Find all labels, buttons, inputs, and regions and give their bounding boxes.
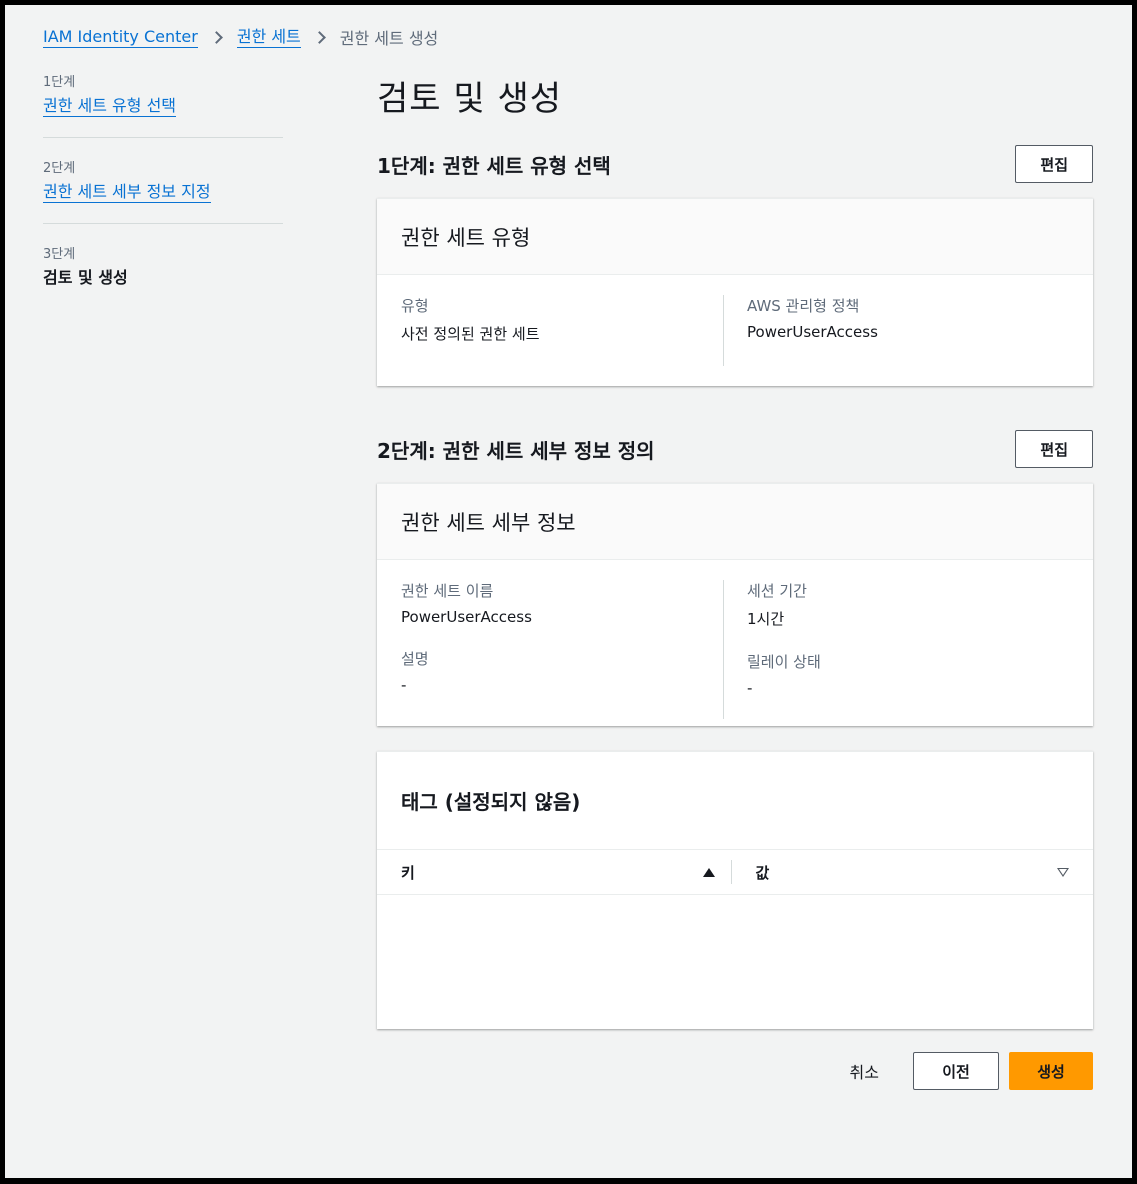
field-aws-managed-policy: AWS 관리형 정책 PowerUserAccess [747,295,1049,341]
step-number: 3단계 [43,247,76,262]
card-body: 권한 세트 이름 PowerUserAccess 설명 - 세션 기간 1시간 … [377,560,1093,719]
field-value: PowerUserAccess [401,608,532,626]
field-value: - [747,679,753,697]
page-title: 검토 및 생성 [377,79,563,119]
previous-button[interactable]: 이전 [913,1052,999,1090]
breadcrumb-permission-sets[interactable]: 권한 세트 [236,27,301,48]
breadcrumb-iam-identity-center[interactable]: IAM Identity Center [43,27,198,48]
column-right: 세션 기간 1시간 릴레이 상태 - [723,580,1069,719]
field-label: AWS 관리형 정책 [747,297,860,315]
field-label: 설명 [401,650,429,668]
step-number: 2단계 [43,161,76,176]
step-link-specify-details[interactable]: 권한 세트 세부 정보 지정 [43,182,211,203]
field-session-duration: 세션 기간 1시간 [747,580,1049,629]
column-left: 유형 사전 정의된 권한 세트 [401,295,723,366]
step-number: 1단계 [43,75,76,90]
column-label: 키 [401,863,415,882]
wizard-step-3: 3단계 검토 및 생성 [43,243,283,308]
sort-descending-icon[interactable] [1057,867,1069,877]
breadcrumb: IAM Identity Center 권한 세트 권한 세트 생성 [43,25,438,49]
column-header-value[interactable]: 값 [730,860,1094,884]
permission-set-details-card: 권한 세트 세부 정보 권한 세트 이름 PowerUserAccess 설명 … [377,483,1093,726]
wizard-step-2: 2단계 권한 세트 세부 정보 지정 [43,157,283,224]
section-2-title: 2단계: 권한 세트 세부 정보 정의 [377,438,655,463]
tags-card: 태그 (설정되지 않음) 키 값 [377,751,1093,1029]
column-left: 권한 세트 이름 PowerUserAccess 설명 - [401,580,723,719]
section-1-title: 1단계: 권한 세트 유형 선택 [377,153,611,178]
field-label: 릴레이 상태 [747,653,821,671]
cancel-button[interactable]: 취소 [850,1059,879,1083]
card-body: 유형 사전 정의된 권한 세트 AWS 관리형 정책 PowerUserAcce… [377,275,1093,366]
tags-table-body [377,895,1093,1028]
column-label: 값 [755,863,770,882]
field-label: 유형 [401,297,429,315]
edit-step-1-button[interactable]: 편집 [1015,145,1093,183]
field-value: - [401,676,407,694]
step-current-review: 검토 및 생성 [43,268,128,287]
field-label: 권한 세트 이름 [401,582,494,600]
card-title: 권한 세트 세부 정보 [377,484,1093,560]
wizard-step-1: 1단계 권한 세트 유형 선택 [43,71,283,138]
field-value: PowerUserAccess [747,323,878,341]
field-value: 사전 정의된 권한 세트 [401,325,540,343]
chevron-right-icon [209,30,223,44]
tags-table-header: 키 값 [377,849,1093,895]
section-1-header: 1단계: 권한 세트 유형 선택 편집 [377,145,1093,183]
wizard-footer: 취소 이전 생성 [850,1052,1093,1090]
card-title: 권한 세트 유형 [377,199,1093,275]
step-link-select-type[interactable]: 권한 세트 유형 선택 [43,96,177,117]
field-relay-state: 릴레이 상태 - [747,651,1049,697]
tags-title: 태그 (설정되지 않음) [401,790,581,814]
field-description: 설명 - [401,648,703,694]
column-header-key[interactable]: 키 [377,850,731,894]
permission-set-type-card: 권한 세트 유형 유형 사전 정의된 권한 세트 AWS 관리형 정책 Powe… [377,198,1093,386]
field-label: 세션 기간 [747,582,807,600]
edit-step-2-button[interactable]: 편집 [1015,430,1093,468]
field-value: 1시간 [747,610,785,628]
wizard-steps: 1단계 권한 세트 유형 선택 2단계 권한 세트 세부 정보 지정 3단계 검… [43,71,283,327]
section-2-header: 2단계: 권한 세트 세부 정보 정의 편집 [377,430,1093,468]
column-right: AWS 관리형 정책 PowerUserAccess [723,295,1069,366]
sort-ascending-icon[interactable] [702,867,715,877]
page-frame: IAM Identity Center 권한 세트 권한 세트 생성 1단계 권… [5,5,1132,1178]
field-type: 유형 사전 정의된 권한 세트 [401,295,703,344]
chevron-right-icon [312,30,326,44]
field-permission-set-name: 권한 세트 이름 PowerUserAccess [401,580,703,626]
breadcrumb-current: 권한 세트 생성 [339,29,439,48]
create-button[interactable]: 생성 [1009,1052,1093,1090]
